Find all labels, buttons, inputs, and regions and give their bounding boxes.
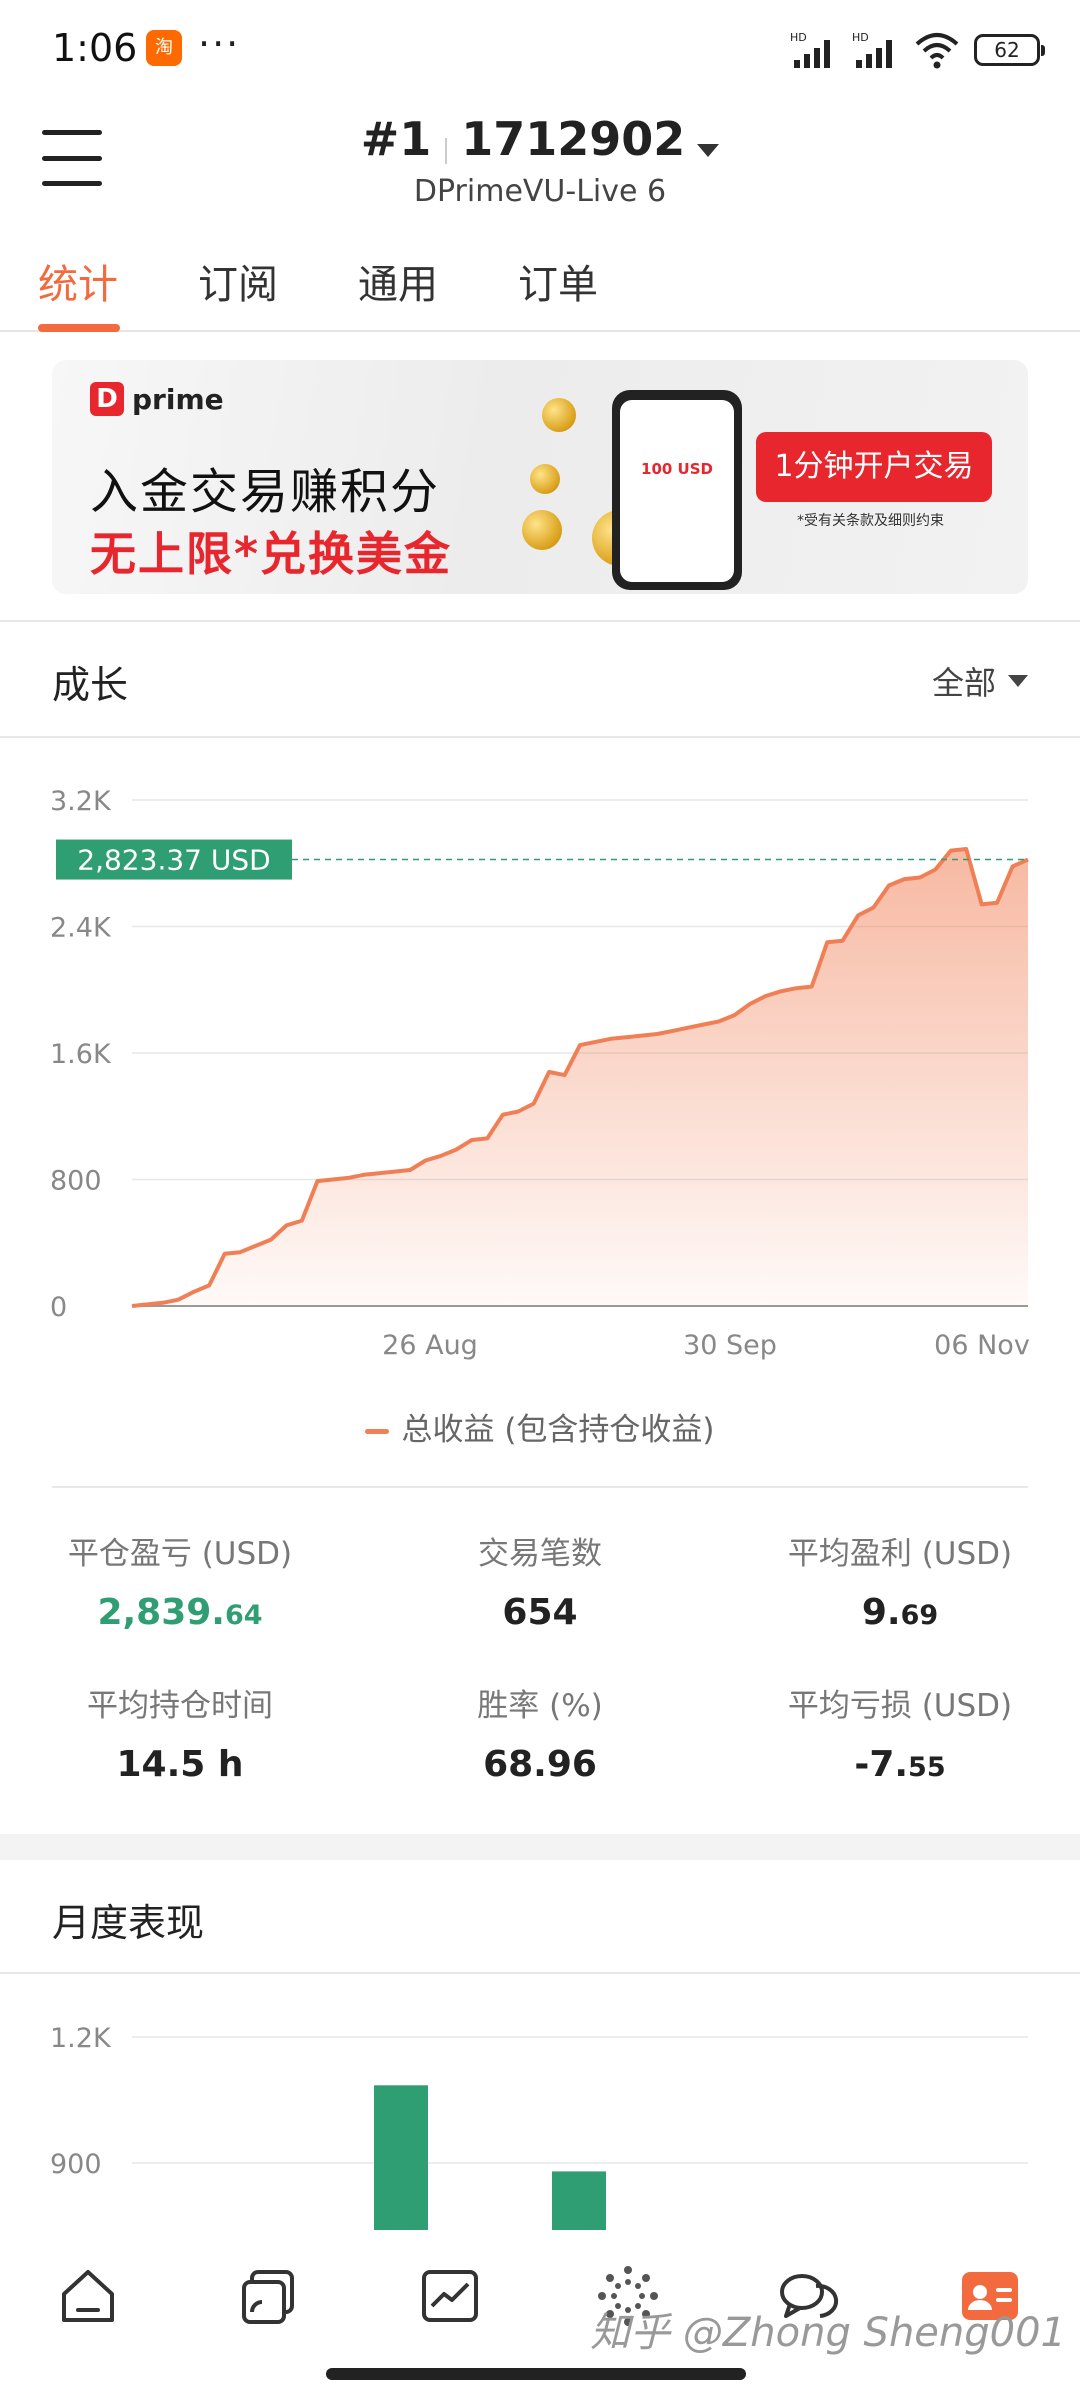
monthly-bar [552, 2171, 606, 2230]
avg-profit-int: 9. [861, 1592, 901, 1633]
x-tick-label: 30 Sep [683, 1330, 777, 1360]
y-tick-label: 800 [50, 1166, 102, 1197]
banner-subheadline: 无上限*兑换美金 [90, 527, 453, 581]
account-server: DPrimeVU-Live 6 [413, 174, 667, 209]
area-fill [132, 849, 1028, 1306]
monthly-title: 月度表现 [52, 1901, 205, 1945]
chevron-down-icon [1008, 675, 1028, 687]
nav-chart[interactable] [418, 2264, 482, 2328]
taobao-notification-icon: 淘 [146, 30, 182, 66]
banner-headline: 入金交易赚积分 [90, 464, 441, 520]
period-filter-label: 全部 [931, 664, 996, 702]
y-tick-label: 0 [50, 1292, 67, 1323]
trades-value: 654 [502, 1592, 578, 1633]
signal-hd-icon: HD [790, 31, 830, 68]
tab-subscribe[interactable]: 订阅 [198, 252, 278, 310]
phone-illustration: 100 USD [612, 390, 742, 590]
legend-swatch [365, 1429, 390, 1434]
tab-orders[interactable]: 订单 [518, 252, 598, 310]
more-notifications-icon: ··· [198, 22, 241, 66]
svg-text:HD: HD [852, 31, 869, 44]
tab-statistics[interactable]: 统计 [38, 252, 118, 310]
monthly-bar [374, 2085, 428, 2230]
trades-label: 交易笔数 [478, 1536, 602, 1572]
account-selector[interactable]: #1 1712902 [0, 112, 1080, 166]
chart-legend: 总收益 (包含持仓收益) [0, 1404, 1080, 1449]
avg-hold-label: 平均持仓时间 [87, 1688, 273, 1724]
battery-icon: 62 [974, 34, 1045, 66]
section-divider [52, 1486, 1028, 1488]
promo-banner[interactable]: D prime 入金交易赚积分 无上限*兑换美金 100 USD 1分钟开户交易… [52, 360, 1028, 594]
closed-pl-int: 2,839. [97, 1592, 225, 1633]
home-icon [62, 2270, 114, 2322]
avg-loss-int: -7. [854, 1744, 909, 1785]
status-bar: 1:06 淘 ··· HD HD 62 [0, 0, 1080, 100]
y-tick-label: 2.4K [50, 913, 112, 944]
account-number: 1712902 [461, 112, 686, 166]
wifi-icon [915, 33, 959, 69]
chart-icon [422, 2270, 478, 2322]
avg-loss-value: -7.55 [720, 1744, 1080, 1785]
chevron-down-icon [697, 144, 720, 157]
win-rate-value: 68.96 [483, 1744, 597, 1785]
monthly-chart: 1.2K 900 [50, 2023, 1028, 2230]
coin-icon [542, 398, 576, 432]
avg-loss-dec: 55 [908, 1752, 946, 1783]
phone-promo-text: 100 USD [641, 460, 713, 478]
y-tick-label: 1.6K [50, 1039, 112, 1070]
tab-general[interactable]: 通用 [358, 252, 438, 310]
growth-title: 成长 [52, 663, 129, 707]
x-tick-label: 06 Nov [934, 1330, 1030, 1360]
svg-text:HD: HD [790, 31, 807, 44]
watermark: 知乎 @Zhong Sheng001 [590, 2310, 1066, 2356]
coin-icon [530, 464, 560, 494]
nav-cards[interactable] [236, 2264, 300, 2328]
prime-logo-text: prime [132, 382, 224, 416]
avg-profit-dec: 69 [900, 1600, 939, 1631]
legend-label: 总收益 (包含持仓收益) [401, 1412, 715, 1448]
tab-bar: 统计 订阅 通用 订单 [0, 240, 1080, 332]
closed-pl-value: 2,839.64 [0, 1592, 360, 1633]
cards-icon [242, 2270, 294, 2324]
prime-logo-icon: D [90, 382, 124, 416]
active-tab-indicator [38, 324, 120, 332]
account-rank: #1 [360, 112, 432, 166]
period-filter[interactable]: 全部 [932, 658, 1028, 704]
status-time: 1:06 [52, 26, 138, 70]
section-divider [0, 1972, 1080, 1974]
section-gap [0, 1834, 1080, 1860]
banner-terms: *受有关条款及细则约束 [797, 513, 944, 529]
y-tick-label: 1.2K [50, 2023, 112, 2054]
avg-profit-value: 9.69 [720, 1592, 1080, 1633]
nav-home[interactable] [56, 2264, 120, 2328]
section-divider [0, 620, 1080, 622]
win-rate-label: 胜率 (%) [477, 1688, 603, 1724]
account-separator [445, 137, 448, 164]
current-value-label: 2,823.37 USD [77, 844, 270, 877]
closed-pl-dec: 64 [224, 1600, 263, 1631]
open-account-button[interactable]: 1分钟开户交易 [756, 432, 992, 502]
avg-loss-label: 平均亏损 (USD) [787, 1688, 1013, 1724]
home-indicator[interactable] [326, 2368, 746, 2380]
closed-pl-label: 平仓盈亏 (USD) [67, 1536, 293, 1572]
prime-logo: D prime [90, 382, 224, 416]
section-divider [0, 736, 1080, 738]
signal-hd-icon-2: HD [852, 31, 892, 68]
growth-chart: 3.2K 2.4K 1.6K 800 0 26 Aug 30 Sep 06 Nov 2,823.… [50, 786, 1030, 1360]
avg-hold-value: 14.5 h [116, 1744, 244, 1785]
coin-icon [522, 510, 562, 550]
y-tick-label: 900 [50, 2149, 102, 2180]
status-indicators: HD HD 62 [790, 28, 1045, 72]
y-tick-label: 3.2K [50, 786, 112, 817]
x-tick-label: 26 Aug [382, 1330, 478, 1360]
avg-profit-label: 平均盈利 (USD) [787, 1536, 1013, 1572]
phone-screen: 100 USD [620, 400, 734, 582]
